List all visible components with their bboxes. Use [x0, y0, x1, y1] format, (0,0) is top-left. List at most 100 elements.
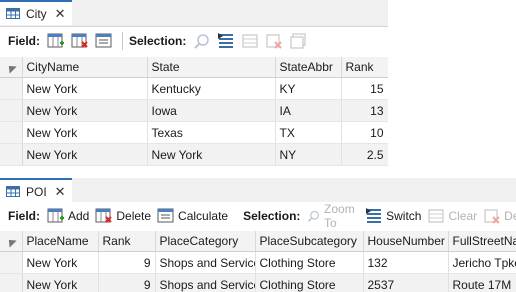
row-selector[interactable]	[0, 273, 23, 292]
cell-cityname[interactable]: New York	[22, 121, 148, 144]
cell-placename[interactable]: New York	[22, 251, 99, 274]
field-label: Field:	[8, 209, 40, 223]
cell-rank[interactable]: 9	[98, 273, 156, 292]
close-icon[interactable]: ✕	[55, 7, 66, 20]
zoom-to-icon	[194, 34, 210, 49]
clear-selection-button[interactable]	[238, 30, 262, 52]
select-all-header[interactable]	[0, 231, 23, 252]
cell-rank[interactable]: 10	[341, 121, 388, 144]
zoom-to-icon	[308, 210, 320, 222]
cell-stateabbr[interactable]: IA	[275, 99, 342, 122]
delete-field-button[interactable]: Delete	[92, 205, 154, 227]
row-selector[interactable]	[0, 251, 23, 274]
cell-cityname[interactable]: New York	[22, 99, 148, 122]
poi-tab-strip: POI ✕	[0, 178, 516, 205]
delete-selection-button[interactable]: De	[480, 205, 516, 227]
zoom-to-button[interactable]	[190, 30, 214, 52]
tab-city-label: City	[26, 6, 47, 21]
column-header-placesubcategory[interactable]: PlaceSubcategory	[255, 231, 364, 252]
switch-selection-label: Switch	[386, 209, 422, 223]
city-toolbar: Field: Selection:	[0, 27, 388, 55]
add-field-button[interactable]	[44, 30, 68, 52]
delete-selection-icon	[266, 34, 283, 49]
cell-state[interactable]: Kentucky	[147, 77, 276, 100]
header-row: CityName State StateAbbr Rank	[0, 57, 388, 78]
tab-city[interactable]: City ✕	[0, 0, 72, 25]
cell-rank[interactable]: 2.5	[341, 143, 388, 166]
column-header-fullstreetname[interactable]: FullStreetName	[448, 231, 516, 252]
cell-placesubcategory[interactable]: Clothing Store	[255, 273, 364, 292]
switch-selection-button[interactable]	[214, 30, 238, 52]
add-field-icon	[47, 208, 64, 223]
cell-placecategory[interactable]: Shops and Service	[155, 251, 256, 274]
delete-field-icon	[71, 33, 88, 48]
cell-state[interactable]: Texas	[147, 121, 276, 144]
column-header-rank[interactable]: Rank	[98, 231, 156, 252]
delete-field-button[interactable]	[68, 30, 92, 52]
cell-stateabbr[interactable]: KY	[275, 77, 342, 100]
cell-cityname[interactable]: New York	[22, 77, 148, 100]
cell-housenumber[interactable]: 2537	[363, 273, 449, 292]
delete-field-label: Delete	[116, 209, 152, 223]
table-icon	[6, 186, 20, 197]
cell-rank[interactable]: 13	[341, 99, 388, 122]
table-row[interactable]: New York 9 Shops and Service Clothing St…	[0, 251, 516, 274]
cell-state[interactable]: Iowa	[147, 99, 276, 122]
table-row[interactable]: New York New York NY 2.5	[0, 143, 388, 166]
row-selector[interactable]	[0, 121, 23, 144]
city-tab-strip: City ✕	[0, 0, 388, 27]
field-label: Field:	[8, 34, 40, 48]
cell-stateabbr[interactable]: NY	[275, 143, 342, 166]
table-row[interactable]: New York Iowa IA 13	[0, 99, 388, 122]
clear-selection-icon	[428, 209, 444, 223]
cell-stateabbr[interactable]: TX	[275, 121, 342, 144]
row-selector[interactable]	[0, 99, 23, 122]
column-header-housenumber[interactable]: HouseNumber	[363, 231, 449, 252]
column-header-state[interactable]: State	[147, 57, 276, 78]
copy-selection-button[interactable]	[286, 30, 310, 52]
zoom-to-button[interactable]: Zoom To	[304, 202, 362, 230]
add-field-icon	[47, 33, 64, 48]
cell-placecategory[interactable]: Shops and Service	[155, 273, 256, 292]
cell-cityname[interactable]: New York	[22, 143, 148, 166]
cell-rank[interactable]: 15	[341, 77, 388, 100]
city-attribute-table: CityName State StateAbbr Rank New York K…	[0, 57, 388, 166]
close-icon[interactable]: ✕	[55, 185, 66, 198]
row-selector[interactable]	[0, 77, 23, 100]
cell-housenumber[interactable]: 132	[363, 251, 449, 274]
cell-rank[interactable]: 9	[98, 251, 156, 274]
cell-state[interactable]: New York	[147, 143, 276, 166]
column-header-cityname[interactable]: CityName	[22, 57, 148, 78]
delete-selection-icon	[484, 209, 500, 224]
tab-poi[interactable]: POI ✕	[0, 178, 72, 203]
select-all-icon	[5, 236, 17, 248]
column-header-placename[interactable]: PlaceName	[22, 231, 99, 252]
cell-placename[interactable]: New York	[22, 273, 99, 292]
calculate-field-button[interactable]: Calculate	[154, 205, 231, 227]
cell-fullstreetname[interactable]: Jericho Tpke	[448, 251, 516, 274]
column-header-placecategory[interactable]: PlaceCategory	[155, 231, 256, 252]
column-header-rank[interactable]: Rank	[341, 57, 388, 78]
add-field-button[interactable]: Add	[44, 205, 92, 227]
copy-selection-icon	[290, 33, 306, 49]
clear-selection-label: Clear	[448, 209, 478, 223]
table-row[interactable]: New York 9 Shops and Service Clothing St…	[0, 273, 516, 292]
select-all-header[interactable]	[0, 57, 23, 78]
table-row[interactable]: New York Texas TX 10	[0, 121, 388, 144]
table-row[interactable]: New York Kentucky KY 15	[0, 77, 388, 100]
row-selector[interactable]	[0, 143, 23, 166]
city-table-pane: City ✕ Field: Selection: CityName State …	[0, 0, 388, 172]
select-all-icon	[5, 62, 17, 74]
switch-selection-icon	[218, 33, 234, 48]
delete-selection-button[interactable]	[262, 30, 286, 52]
clear-selection-button[interactable]: Clear	[424, 205, 480, 227]
poi-attribute-table: PlaceName Rank PlaceCategory PlaceSubcat…	[0, 231, 516, 292]
switch-selection-button[interactable]: Switch	[362, 205, 424, 227]
cell-fullstreetname[interactable]: Route 17M	[448, 273, 516, 292]
zoom-to-label: Zoom To	[324, 202, 355, 230]
calculate-field-button[interactable]	[92, 30, 116, 52]
cell-placesubcategory[interactable]: Clothing Store	[255, 251, 364, 274]
poi-toolbar: Field: Add Delete Calculate Selection: Z…	[0, 202, 516, 230]
column-header-stateabbr[interactable]: StateAbbr	[275, 57, 342, 78]
selection-label: Selection:	[129, 34, 187, 48]
